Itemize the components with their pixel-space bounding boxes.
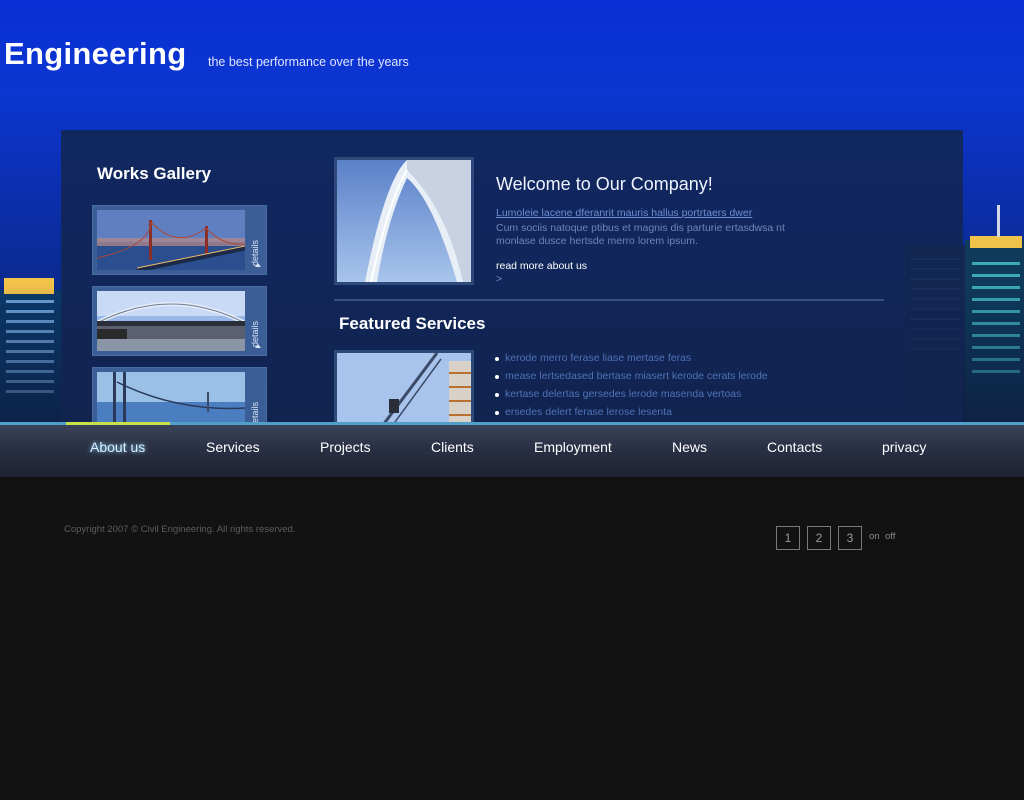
nav-about-us[interactable]: About us xyxy=(90,439,145,455)
services-list: kerode merro ferase liase mertase feras … xyxy=(495,352,768,422)
nav-projects[interactable]: Projects xyxy=(320,439,371,455)
arrow-up-icon xyxy=(255,344,261,348)
chevron-right-icon: > xyxy=(496,273,503,285)
gallery-thumbnail[interactable] xyxy=(97,210,245,270)
gallery-item[interactable]: details xyxy=(92,367,267,422)
nav-services[interactable]: Services xyxy=(206,439,260,455)
details-link[interactable]: details xyxy=(250,293,264,347)
nav-contacts[interactable]: Contacts xyxy=(767,439,822,455)
nav-privacy[interactable]: privacy xyxy=(882,439,926,455)
gallery-thumbnail[interactable] xyxy=(97,372,245,422)
featured-services-title: Featured Services xyxy=(339,314,486,333)
list-item: ersedes delert ferase lerose lesenta xyxy=(495,406,768,422)
toggle-off[interactable]: off xyxy=(885,531,895,542)
content-panel: Works Gallery details details details We… xyxy=(61,130,963,422)
list-item: kerode merro ferase liase mertase feras xyxy=(495,352,768,370)
works-gallery-title: Works Gallery xyxy=(97,164,212,183)
copyright-text: Copyright 2007 © Civil Engineering. All … xyxy=(64,524,296,535)
services-photo xyxy=(334,350,474,422)
gallery-thumbnail[interactable] xyxy=(97,291,245,351)
site-title: Engineering xyxy=(4,36,187,71)
gallery-item[interactable]: details xyxy=(92,286,267,356)
page-button-3[interactable]: 3 xyxy=(838,526,862,550)
list-item: mease lertsedased bertase miasert kerode… xyxy=(495,370,768,388)
details-link[interactable]: details xyxy=(250,212,264,266)
arrow-up-icon xyxy=(255,263,261,267)
list-item: kertase delertas gersedes lerode masenda… xyxy=(495,388,768,406)
site-tagline: the best performance over the years xyxy=(208,55,409,69)
nav-clients[interactable]: Clients xyxy=(431,439,474,455)
read-more-label[interactable]: read more about us xyxy=(496,260,587,272)
welcome-link[interactable]: Lumoleie lacene dferanrit mauris hallus … xyxy=(496,207,752,219)
nav-news[interactable]: News xyxy=(672,439,707,455)
active-indicator xyxy=(66,422,170,425)
read-more-link[interactable]: read more about us > xyxy=(496,260,596,286)
company-photo xyxy=(334,157,474,285)
gallery-item[interactable]: details xyxy=(92,205,267,275)
main-nav: About us Services Projects Clients Emplo… xyxy=(0,422,1024,477)
welcome-text: Cum sociis natoque ptibus et magnis dis … xyxy=(496,222,785,247)
section-divider xyxy=(334,299,884,301)
details-link[interactable]: details xyxy=(250,374,264,422)
nav-employment[interactable]: Employment xyxy=(534,439,612,455)
welcome-title: Welcome to Our Company! xyxy=(496,174,713,194)
page-button-1[interactable]: 1 xyxy=(776,526,800,550)
toggle-on[interactable]: on xyxy=(869,531,880,542)
page-button-2[interactable]: 2 xyxy=(807,526,831,550)
